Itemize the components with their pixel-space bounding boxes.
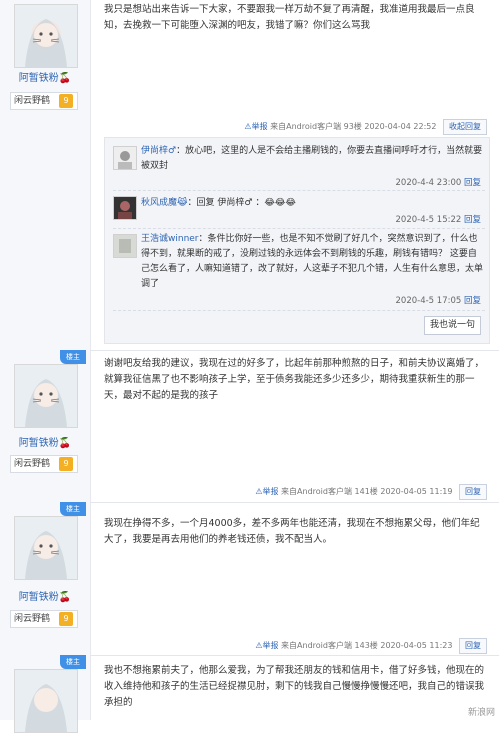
post-floor-next: 楼主 我也不想拖累前夫了，他那么爱我，为了帮我还朋友的钱和信用卡，借了好多钱，他… <box>0 655 499 733</box>
fan-label: 闲云野鹤 <box>14 96 51 106</box>
sub-reply-meta: 2020-4-5 15:22 回复 <box>395 215 482 225</box>
post-tail: ⚠举报 来自Android客户端 143楼 2020-04-05 11:23 回… <box>255 638 487 654</box>
author-panel: 阿暂铁粉🍒 闲云野鹤 9 <box>0 0 91 350</box>
report-link[interactable]: ⚠举报 <box>244 122 267 131</box>
author-name[interactable]: 阿暂铁粉🍒 <box>0 588 90 603</box>
client-source: 来自Android客户端 <box>281 487 352 496</box>
fan-label: 闲云野鹤 <box>14 614 51 624</box>
post-time: 2020-04-04 22:52 <box>364 122 437 131</box>
sub-reply-author[interactable]: 王浩诚winner <box>141 234 199 244</box>
sub-reply-button[interactable]: 回复 <box>464 178 481 188</box>
add-reply-button[interactable]: 我也说一句 <box>424 316 481 335</box>
avatar[interactable] <box>14 364 78 428</box>
author-name[interactable]: 阿暂铁粉🍒 <box>0 69 90 84</box>
sub-avatar[interactable] <box>113 146 137 170</box>
thread-starter-badge: 楼主 <box>60 655 86 669</box>
fan-badge[interactable]: 闲云野鹤 9 <box>10 92 78 110</box>
floor-number: 143楼 <box>354 641 378 650</box>
reply-button[interactable]: 回复 <box>459 638 487 654</box>
level-badge: 9 <box>59 457 73 471</box>
report-link[interactable]: ⚠举报 <box>255 641 278 650</box>
floor-number: 93楼 <box>343 122 362 131</box>
heart-icon: 🍒 <box>58 592 72 603</box>
sub-reply: 伊尚梓♂：放心吧，这里的人是不会给主播刷钱的，你要去直播间呼吁才行，当然就要被双… <box>113 144 485 191</box>
post-content: 我也不想拖累前夫了，他那么爱我，为了帮我还朋友的钱和信用卡，借了好多钱，他现在的… <box>104 665 485 708</box>
sub-reply: 秋风成魔😹：回复 伊尚梓♂ ：😂😂😂 2020-4-5 15:22 回复 <box>113 194 485 229</box>
sub-reply-author[interactable]: 秋风成魔😹 <box>141 198 188 208</box>
sub-avatar[interactable] <box>113 234 137 258</box>
avatar[interactable] <box>14 4 78 68</box>
sub-reply-text: 王浩诚winner：条件比你好一些，也是不知不觉刷了好几个，突然意识到了，什么也… <box>141 234 484 289</box>
level-badge: 9 <box>59 612 73 626</box>
post-time: 2020-04-05 11:19 <box>380 487 453 496</box>
fan-badge[interactable]: 闲云野鹤 9 <box>10 455 78 473</box>
fan-label: 闲云野鹤 <box>14 459 51 469</box>
sub-avatar[interactable] <box>113 196 137 220</box>
post-content: 我只是想站出来告诉一下大家，不要跟我一样万劫不复了再清醒，我准道用我最后一点良知… <box>104 4 475 31</box>
sub-reply-text: 伊尚梓♂：放心吧，这里的人是不会给主播刷钱的，你要去直播间呼吁才行，当然就要被双… <box>141 146 483 171</box>
post-content: 谢谢吧友给我的建议，我现在过的好多了，比起年前那种煎熬的日子，和前夫协议离婚了，… <box>104 358 485 401</box>
sub-reply-panel: 伊尚梓♂：放心吧，这里的人是不会给主播刷钱的，你要去直播间呼吁才行，当然就要被双… <box>104 137 490 344</box>
post-time: 2020-04-05 11:23 <box>380 641 453 650</box>
post-floor-141: 楼主 阿暂铁粉🍒 闲云野鹤 9 谢谢吧友给我的建议，我现在过的好多了，比起年前那… <box>0 350 499 503</box>
author-panel: 楼主 阿暂铁粉🍒 闲云野鹤 9 <box>0 502 91 655</box>
sub-reply-meta: 2020-4-4 23:00 回复 <box>395 178 482 188</box>
sub-reply-button[interactable]: 回复 <box>464 296 481 306</box>
sub-reply-button[interactable]: 回复 <box>464 215 481 225</box>
author-panel: 楼主 <box>0 655 91 733</box>
post-tail: ⚠举报 来自Android客户端 93楼 2020-04-04 22:52 收起… <box>244 119 487 135</box>
post-floor-93: 阿暂铁粉🍒 闲云野鹤 9 我只是想站出来告诉一下大家，不要跟我一样万劫不复了再清… <box>0 0 499 351</box>
sub-reply-author[interactable]: 伊尚梓♂ <box>141 146 176 156</box>
avatar[interactable] <box>14 516 78 580</box>
thread-starter-badge: 楼主 <box>60 502 86 516</box>
watermark: 新浪网 <box>467 708 495 718</box>
level-badge: 9 <box>59 94 73 108</box>
avatar[interactable] <box>14 669 78 733</box>
sub-reply-text: 秋风成魔😹：回复 伊尚梓♂ ：😂😂😂 <box>141 198 296 208</box>
author-name[interactable]: 阿暂铁粉🍒 <box>0 434 90 449</box>
floor-number: 141楼 <box>354 487 378 496</box>
collapse-replies-button[interactable]: 收起回复 <box>443 119 487 135</box>
post-floor-143: 楼主 阿暂铁粉🍒 闲云野鹤 9 我现在挣得不多，一个月4000多，差不多两年也能… <box>0 502 499 656</box>
client-source: 来自Android客户端 <box>270 122 342 131</box>
reply-button[interactable]: 回复 <box>459 484 487 500</box>
report-link[interactable]: ⚠举报 <box>255 487 278 496</box>
fan-badge[interactable]: 闲云野鹤 9 <box>10 610 78 628</box>
heart-icon: 🍒 <box>58 438 72 449</box>
post-tail: ⚠举报 来自Android客户端 141楼 2020-04-05 11:19 回… <box>255 484 487 500</box>
sub-reply-meta: 2020-4-5 17:05 回复 <box>395 296 482 306</box>
post-content: 我现在挣得不多，一个月4000多，差不多两年也能还清，我现在不想拖累父母，他们年… <box>104 518 480 545</box>
thread-starter-badge: 楼主 <box>60 350 86 364</box>
sub-reply: 王浩诚winner：条件比你好一些，也是不知不觉刷了好几个，突然意识到了，什么也… <box>113 232 485 311</box>
heart-icon: 🍒 <box>58 73 72 84</box>
author-panel: 楼主 阿暂铁粉🍒 闲云野鹤 9 <box>0 350 91 502</box>
client-source: 来自Android客户端 <box>281 641 352 650</box>
